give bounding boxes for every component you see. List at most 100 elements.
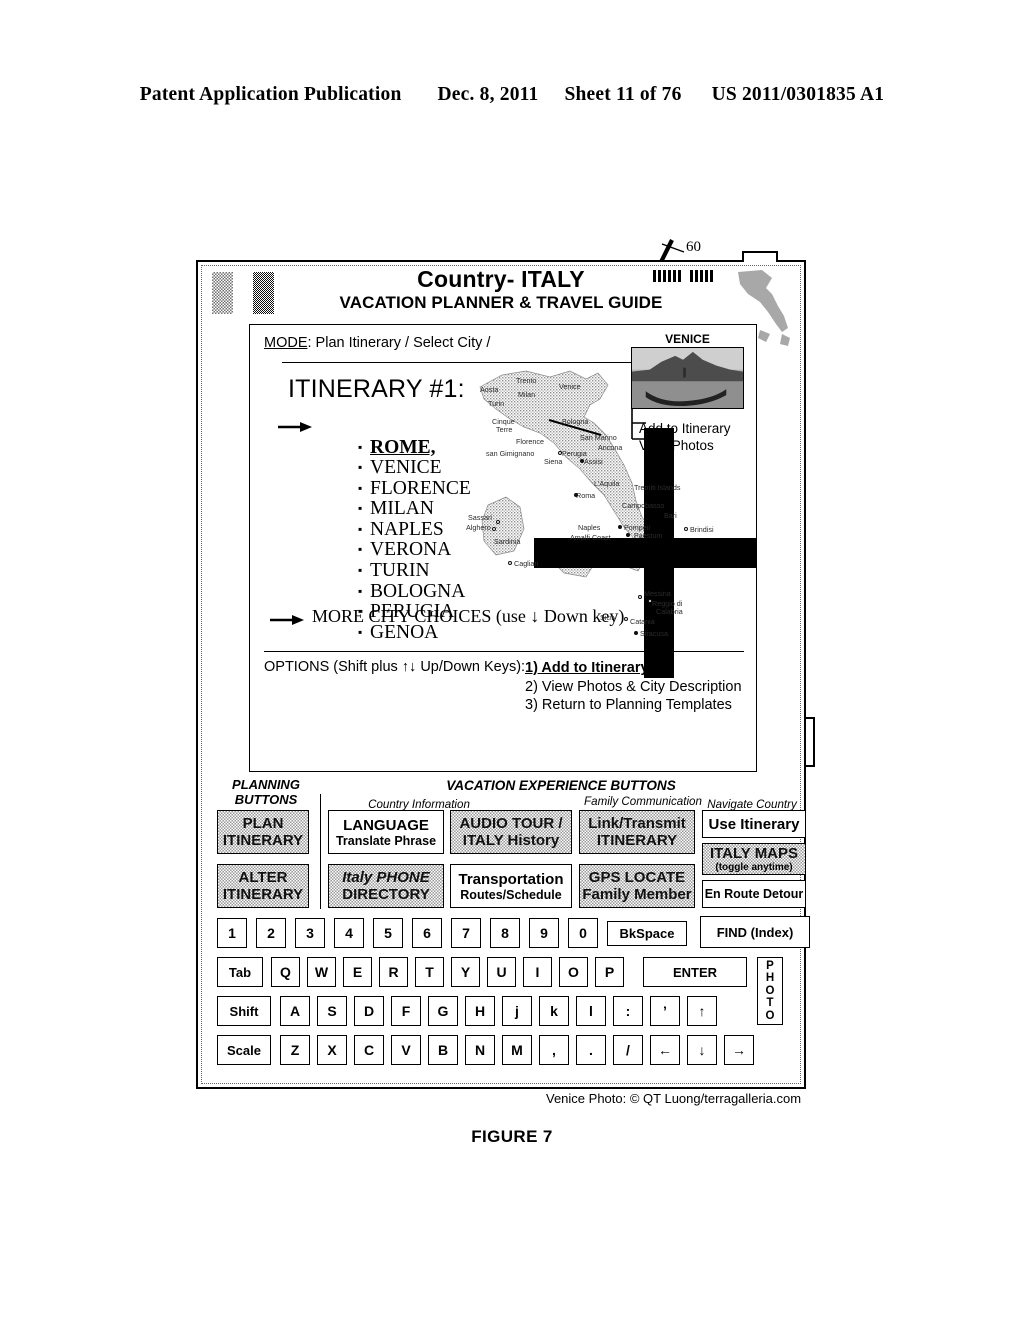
vacation-buttons-header: VACATION EXPERIENCE BUTTONS xyxy=(446,778,676,793)
key-B[interactable]: B xyxy=(428,1035,458,1065)
key-sym11[interactable]: ↑ xyxy=(687,996,717,1026)
key-A[interactable]: A xyxy=(280,996,310,1026)
callout-actions[interactable]: Add to Itinerary View Photos xyxy=(639,420,731,454)
callout-view-photos[interactable]: View Photos xyxy=(639,437,731,454)
italy-maps-label-2: (toggle anytime) xyxy=(715,862,793,873)
button-panel: PLANNING BUTTONS VACATION EXPERIENCE BUT… xyxy=(208,777,810,1078)
gps-locate-button[interactable]: GPS LOCATE Family Member xyxy=(579,864,695,908)
key-R[interactable]: R xyxy=(379,957,408,987)
map-label-florence: Florence xyxy=(516,437,544,446)
italy-maps-button[interactable]: ITALY MAPS (toggle anytime) xyxy=(702,843,806,875)
key-G[interactable]: G xyxy=(428,996,458,1026)
key-F[interactable]: F xyxy=(391,996,421,1026)
key-j[interactable]: j xyxy=(502,996,532,1026)
key-P[interactable]: P xyxy=(595,957,624,987)
en-route-detour-button[interactable]: En Route Detour xyxy=(702,880,806,908)
key-Q[interactable]: Q xyxy=(271,957,300,987)
key-7[interactable]: 7 xyxy=(451,918,481,948)
key-D[interactable]: D xyxy=(354,996,384,1026)
map-label-assisi: Assisi xyxy=(584,457,603,466)
map-label-campobasso: Campobasso xyxy=(622,501,665,510)
key-shift[interactable]: Shift xyxy=(217,996,271,1026)
key-sym10[interactable]: ← xyxy=(650,1035,680,1065)
key-sym9[interactable]: : xyxy=(613,996,643,1026)
key-2[interactable]: 2 xyxy=(256,918,286,948)
city-list-item[interactable]: TURIN xyxy=(358,560,471,582)
key-k[interactable]: k xyxy=(539,996,569,1026)
key-Z[interactable]: Z xyxy=(280,1035,310,1065)
venice-photo-image xyxy=(632,348,743,408)
publication-date: Dec. 8, 2011 xyxy=(437,84,539,105)
city-list-item[interactable]: FLORENCE xyxy=(358,478,471,500)
key-X[interactable]: X xyxy=(317,1035,347,1065)
key-S[interactable]: S xyxy=(317,996,347,1026)
key-sym12[interactable]: → xyxy=(724,1035,754,1065)
key-T[interactable]: T xyxy=(415,957,444,987)
italy-phone-directory-button[interactable]: Italy PHONE DIRECTORY xyxy=(328,864,444,908)
map-dot-assisi xyxy=(580,459,584,463)
key-scale[interactable]: Scale xyxy=(217,1035,271,1065)
device-side-button[interactable] xyxy=(804,717,815,767)
patent-number: US 2011/0301835 A1 xyxy=(711,84,885,105)
key-C[interactable]: C xyxy=(354,1035,384,1065)
map-label-calabria: Calabria xyxy=(656,607,683,616)
key-sym8[interactable]: . xyxy=(576,1035,606,1065)
city-list-item[interactable]: BOLOGNA xyxy=(358,581,471,603)
patent-header: Patent Application Publication Dec. 8, 2… xyxy=(0,84,1024,106)
plan-itinerary-button[interactable]: PLAN ITINERARY xyxy=(217,810,309,854)
option-return-templates[interactable]: 3) Return to Planning Templates xyxy=(525,696,742,715)
key-photo[interactable]: PHOTO xyxy=(757,957,783,1025)
key-U[interactable]: U xyxy=(487,957,516,987)
key-sym9[interactable]: / xyxy=(613,1035,643,1065)
key-0[interactable]: 0 xyxy=(568,918,598,948)
reference-numeral-60: 60 xyxy=(686,239,701,255)
key-Y[interactable]: Y xyxy=(451,957,480,987)
key-O[interactable]: O xyxy=(559,957,588,987)
key-W[interactable]: W xyxy=(307,957,336,987)
city-list-item[interactable]: VENICE xyxy=(358,457,471,479)
alter-itinerary-button[interactable]: ALTER ITINERARY xyxy=(217,864,309,908)
city-list-item[interactable]: NAPLES xyxy=(358,519,471,541)
link-transmit-itinerary-button[interactable]: Link/Transmit ITINERARY xyxy=(579,810,695,854)
city-list-item[interactable]: MILAN xyxy=(358,498,471,520)
key-sym7[interactable]: , xyxy=(539,1035,569,1065)
mode-value: : Plan Itinerary / Select City / xyxy=(307,335,491,351)
key-I[interactable]: I xyxy=(523,957,552,987)
key-N[interactable]: N xyxy=(465,1035,495,1065)
key-tab[interactable]: Tab xyxy=(217,957,263,987)
use-itinerary-button[interactable]: Use Itinerary xyxy=(702,810,806,838)
audio-tour-button[interactable]: AUDIO TOUR / ITALY History xyxy=(450,810,572,854)
city-list-item[interactable]: VERONA xyxy=(358,539,471,561)
photo-credit: Venice Photo: © QT Luong/terragalleria.c… xyxy=(546,1091,802,1106)
map-label-venice: Venice xyxy=(559,382,581,391)
city-list-item[interactable]: ROME, xyxy=(358,437,471,459)
key-3[interactable]: 3 xyxy=(295,918,325,948)
key-V[interactable]: V xyxy=(391,1035,421,1065)
publication-label: Patent Application Publication xyxy=(139,84,402,105)
map-label-alghero: Alghero xyxy=(466,523,491,532)
key-4[interactable]: 4 xyxy=(334,918,364,948)
sheet-number: Sheet 11 of 76 xyxy=(564,84,682,105)
key-E[interactable]: E xyxy=(343,957,372,987)
key-enter[interactable]: ENTER xyxy=(643,957,747,987)
map-dot-perugia xyxy=(558,451,562,455)
venice-photo[interactable] xyxy=(631,347,744,409)
key-M[interactable]: M xyxy=(502,1035,532,1065)
key-H[interactable]: H xyxy=(465,996,495,1026)
language-translate-button[interactable]: LANGUAGE Translate Phrase xyxy=(328,810,444,854)
key-1[interactable]: 1 xyxy=(217,918,247,948)
key-l[interactable]: l xyxy=(576,996,606,1026)
key-backspace[interactable]: BkSpace xyxy=(607,921,687,946)
key-6[interactable]: 6 xyxy=(412,918,442,948)
map-dot-sassari xyxy=(496,520,500,524)
key-8[interactable]: 8 xyxy=(490,918,520,948)
callout-add-to-itinerary[interactable]: Add to Itinerary xyxy=(639,420,731,437)
key-find-index[interactable]: FIND (Index) xyxy=(700,916,810,948)
transportation-label-2: Routes/Schedule xyxy=(460,887,562,902)
transportation-button[interactable]: Transportation Routes/Schedule xyxy=(450,864,572,908)
key-sym11[interactable]: ↓ xyxy=(687,1035,717,1065)
key-sym10[interactable]: ’ xyxy=(650,996,680,1026)
key-9[interactable]: 9 xyxy=(529,918,559,948)
key-5[interactable]: 5 xyxy=(373,918,403,948)
device-titlebar: Country- ITALY VACATION PLANNER & TRAVEL… xyxy=(198,262,804,346)
